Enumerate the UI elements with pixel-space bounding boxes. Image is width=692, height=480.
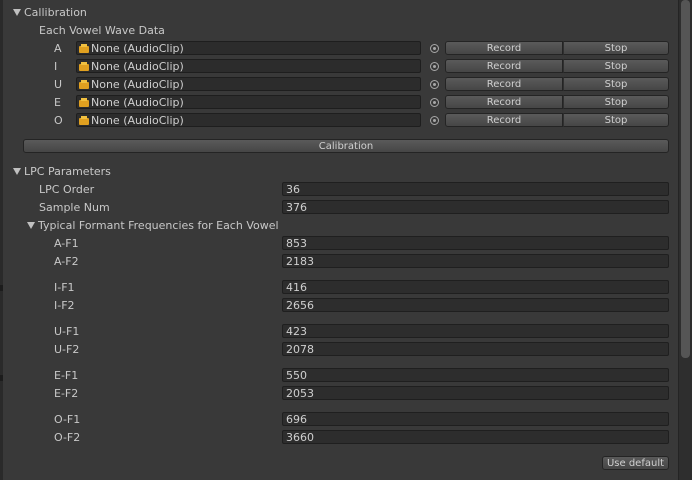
formant-field-o-f2[interactable]: 3660 (282, 430, 669, 444)
clip-value: None (AudioClip) (91, 41, 184, 55)
vowel-label-u: U (54, 78, 63, 91)
formant-field-e-f2[interactable]: 2053 (282, 386, 669, 400)
clip-value: None (AudioClip) (91, 113, 184, 127)
left-panel-edge (0, 0, 3, 480)
formant-label-u-f2: U-F2 (54, 343, 80, 356)
formant-label-a-f2: A-F2 (54, 255, 79, 268)
lpc-order-field[interactable]: 36 (282, 182, 669, 196)
formant-label-a-f1: A-F1 (54, 237, 79, 250)
formant-field-u-f1[interactable]: 423 (282, 324, 669, 338)
formant-label-u-f1: U-F1 (54, 325, 80, 338)
formant-field-a-f1[interactable]: 853 (282, 236, 669, 250)
triangle-down-icon (13, 9, 21, 16)
record-button-i[interactable]: Record (445, 59, 563, 73)
formant-field-e-f1[interactable]: 550 (282, 368, 669, 382)
stop-button-e[interactable]: Stop (563, 95, 669, 109)
triangle-down-icon (27, 222, 35, 229)
formant-label-o-f1: O-F1 (54, 413, 81, 426)
lpc-parameters-foldout[interactable]: LPC Parameters (13, 165, 111, 178)
audio-clip-icon (79, 61, 89, 71)
formant-field-i-f1[interactable]: 416 (282, 280, 669, 294)
panel-splitter-marker (0, 285, 3, 291)
formant-label-e-f2: E-F2 (54, 387, 79, 400)
sample-num-label: Sample Num (39, 201, 110, 214)
clip-value: None (AudioClip) (91, 77, 184, 91)
audio-clip-field-e[interactable]: None (AudioClip) (76, 95, 421, 109)
calibration-button[interactable]: Calibration (23, 139, 669, 153)
object-picker-icon[interactable] (430, 44, 439, 53)
audio-clip-icon (79, 79, 89, 89)
calibration-foldout[interactable]: Callibration (13, 6, 87, 19)
formant-label-e-f1: E-F1 (54, 369, 79, 382)
object-picker-icon[interactable] (430, 98, 439, 107)
audio-clip-field-i[interactable]: None (AudioClip) (76, 59, 421, 73)
record-button-u[interactable]: Record (445, 77, 563, 91)
stop-button-a[interactable]: Stop (563, 41, 669, 55)
formant-label-o-f2: O-F2 (54, 431, 81, 444)
formant-field-a-f2[interactable]: 2183 (282, 254, 669, 268)
vowel-label-i: I (54, 60, 58, 73)
calibration-header: Callibration (24, 6, 87, 19)
lpc-order-label: LPC Order (39, 183, 95, 196)
audio-clip-icon (79, 115, 89, 125)
object-picker-icon[interactable] (430, 62, 439, 71)
object-picker-icon[interactable] (430, 116, 439, 125)
audio-clip-field-u[interactable]: None (AudioClip) (76, 77, 421, 91)
use-default-button[interactable]: Use default (602, 456, 669, 470)
vowel-label-o: O (54, 114, 63, 127)
record-button-a[interactable]: Record (445, 41, 563, 55)
formant-field-u-f2[interactable]: 2078 (282, 342, 669, 356)
sample-num-field[interactable]: 376 (282, 200, 669, 214)
vertical-scrollbar[interactable] (678, 0, 692, 480)
triangle-down-icon (13, 168, 21, 175)
each-vowel-label: Each Vowel Wave Data (39, 24, 165, 37)
audio-clip-field-o[interactable]: None (AudioClip) (76, 113, 421, 127)
audio-clip-icon (79, 43, 89, 53)
record-button-e[interactable]: Record (445, 95, 563, 109)
formant-field-o-f1[interactable]: 696 (282, 412, 669, 426)
clip-value: None (AudioClip) (91, 59, 184, 73)
object-picker-icon[interactable] (430, 80, 439, 89)
formant-label-i-f1: I-F1 (54, 281, 75, 294)
stop-button-i[interactable]: Stop (563, 59, 669, 73)
formant-foldout[interactable]: Typical Formant Frequencies for Each Vow… (27, 219, 279, 232)
audio-clip-icon (79, 97, 89, 107)
lpc-parameters-header: LPC Parameters (24, 165, 111, 178)
vowel-label-a: A (54, 42, 62, 55)
stop-button-o[interactable]: Stop (563, 113, 669, 127)
record-button-o[interactable]: Record (445, 113, 563, 127)
stop-button-u[interactable]: Stop (563, 77, 669, 91)
formant-label-i-f2: I-F2 (54, 299, 75, 312)
vowel-label-e: E (54, 96, 61, 109)
formant-header: Typical Formant Frequencies for Each Vow… (38, 219, 279, 232)
clip-value: None (AudioClip) (91, 95, 184, 109)
panel-splitter-marker (0, 375, 3, 381)
formant-field-i-f2[interactable]: 2656 (282, 298, 669, 312)
audio-clip-field-a[interactable]: None (AudioClip) (76, 41, 421, 55)
scrollbar-thumb[interactable] (681, 0, 690, 358)
